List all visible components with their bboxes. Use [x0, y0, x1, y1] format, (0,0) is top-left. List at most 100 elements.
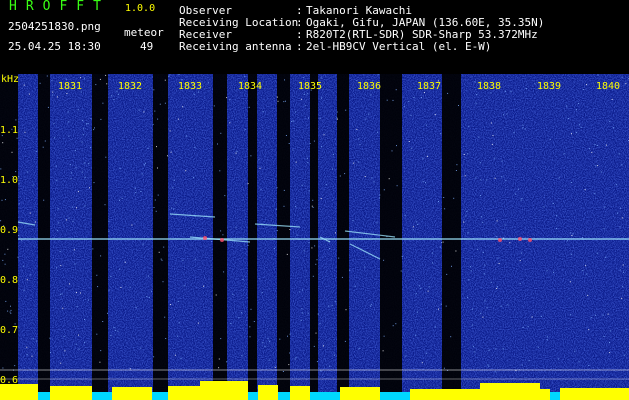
noise-speck: [597, 165, 599, 167]
dropout-column: [277, 74, 290, 400]
noise-speck: [21, 240, 23, 242]
noise-speck: [303, 250, 305, 252]
noise-speck: [2, 259, 4, 261]
noise-speck: [475, 177, 477, 179]
noise-speck: [611, 98, 613, 100]
y-tick-label: 1.0: [0, 175, 19, 186]
noise-speck: [295, 356, 297, 358]
noise-speck: [259, 278, 261, 280]
noise-speck: [119, 268, 121, 270]
noise-speck: [331, 168, 333, 170]
y-tick-label: 0.9: [0, 225, 19, 236]
noise-speck: [594, 192, 596, 194]
noise-speck: [584, 189, 586, 191]
noise-speck: [84, 162, 86, 164]
noise-speck: [540, 316, 542, 317]
noise-speck: [55, 165, 57, 167]
noise-speck: [100, 118, 102, 120]
noise-speck: [566, 105, 568, 107]
meter-bar: [112, 387, 152, 400]
noise-speck: [609, 330, 611, 332]
noise-speck: [268, 359, 270, 361]
noise-speck: [162, 281, 164, 283]
noise-speck: [470, 270, 472, 272]
noise-speck: [439, 246, 441, 248]
noise-speck: [595, 314, 596, 316]
noise-speck: [289, 352, 291, 354]
noise-speck: [379, 194, 381, 196]
noise-speck: [404, 355, 406, 357]
noise-speck: [336, 111, 338, 113]
noise-speck: [17, 256, 19, 258]
noise-speck: [315, 332, 317, 334]
noise-speck: [537, 346, 539, 348]
noise-speck: [438, 201, 439, 202]
noise-speck: [549, 139, 551, 140]
noise-speck: [99, 78, 101, 80]
noise-speck: [135, 192, 137, 194]
noise-speck: [185, 135, 187, 137]
noise-speck: [365, 118, 367, 120]
noise-speck: [273, 248, 275, 249]
dropout-column: [92, 74, 108, 400]
noise-speck: [311, 205, 313, 207]
noise-speck: [320, 370, 322, 372]
noise-speck: [428, 286, 430, 288]
noise-speck: [18, 235, 20, 236]
noise-speck: [566, 240, 568, 242]
noise-speck: [353, 162, 355, 164]
noise-speck: [113, 99, 115, 100]
noise-speck: [480, 312, 482, 314]
noise-speck: [604, 256, 606, 258]
noise-speck: [224, 195, 226, 197]
noise-speck: [308, 190, 310, 192]
noise-speck: [509, 242, 511, 244]
noise-speck: [323, 134, 325, 136]
noise-speck: [435, 326, 437, 328]
meter-bar: [50, 386, 92, 400]
noise-speck: [620, 207, 621, 209]
noise-speck: [604, 206, 606, 208]
noise-speck: [215, 294, 217, 296]
noise-speck: [283, 189, 285, 191]
noise-speck: [147, 147, 149, 149]
noise-speck: [102, 321, 104, 322]
noise-speck: [521, 364, 523, 366]
noise-speck: [107, 312, 108, 314]
noise-speck: [219, 170, 221, 172]
noise-speck: [47, 106, 49, 108]
noise-speck: [93, 129, 95, 131]
noise-speck: [358, 138, 360, 140]
noise-speck: [134, 187, 136, 189]
meter-bar: [340, 387, 380, 400]
noise-speck: [586, 273, 588, 275]
noise-speck: [84, 176, 86, 178]
noise-speck: [288, 364, 290, 366]
noise-speck: [427, 290, 429, 292]
noise-speck: [82, 119, 83, 121]
noise-speck: [59, 250, 61, 252]
noise-speck: [502, 348, 504, 350]
noise-speck: [157, 194, 159, 196]
noise-speck: [483, 273, 485, 275]
noise-speck: [250, 155, 252, 157]
noise-speck: [320, 77, 322, 79]
noise-speck: [386, 99, 388, 101]
noise-speck: [591, 151, 593, 153]
noise-speck: [88, 163, 90, 165]
noise-speck: [14, 365, 16, 367]
noise-speck: [415, 334, 417, 336]
noise-speck: [99, 361, 101, 363]
noise-speck: [309, 143, 311, 144]
noise-speck: [140, 191, 142, 192]
noise-speck: [154, 110, 156, 112]
noise-speck: [425, 124, 427, 126]
meter-bar: [258, 385, 278, 400]
noise-speck: [32, 184, 34, 186]
noise-speck: [619, 269, 621, 271]
noise-speck: [408, 141, 410, 142]
noise-speck: [422, 181, 424, 183]
noise-speck: [395, 89, 397, 91]
noise-speck: [60, 362, 62, 364]
noise-speck: [438, 308, 439, 310]
